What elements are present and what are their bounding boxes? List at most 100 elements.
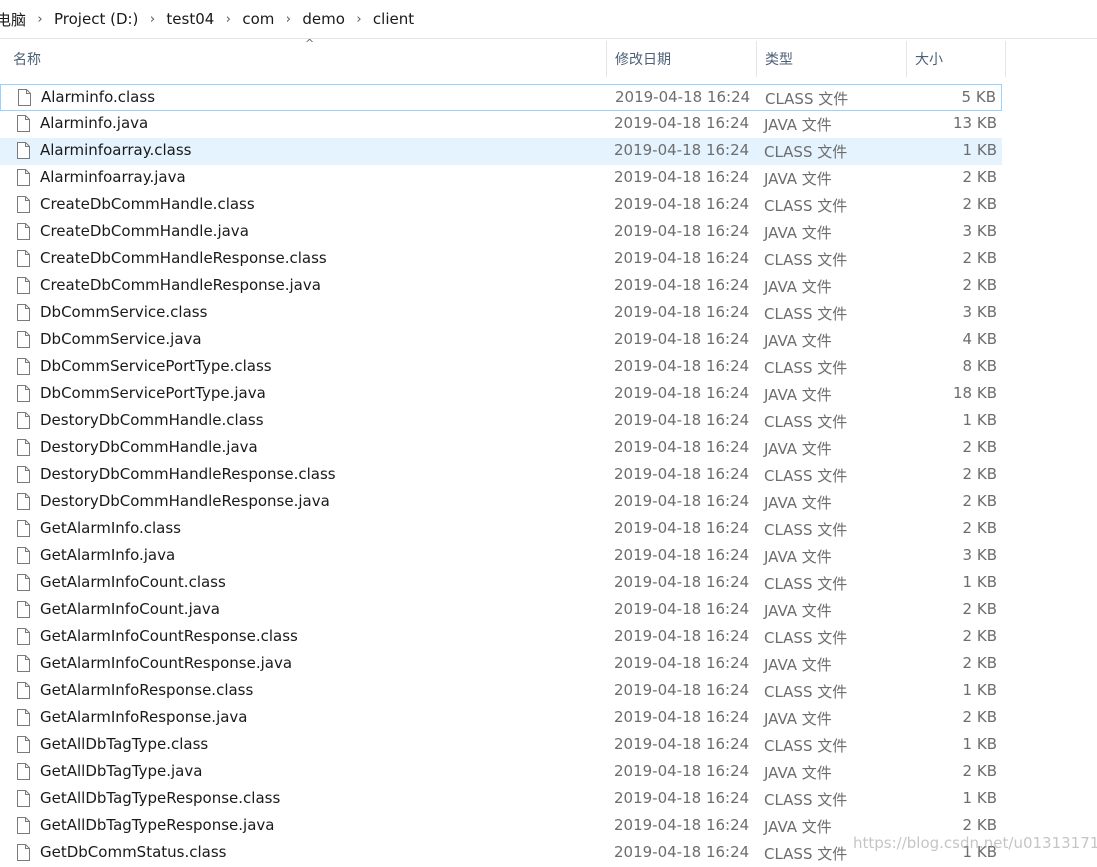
file-icon [17, 601, 30, 618]
file-row[interactable]: DbCommService.java 2019-04-18 16:24 JAVA 文… [0, 327, 1002, 354]
column-header-size[interactable]: 大小 [906, 41, 1006, 77]
file-row[interactable]: CreateDbCommHandleResponse.java 2019-04-1… [0, 273, 1002, 300]
file-type: JAVA 文件 [764, 494, 832, 512]
file-date: 2019-04-18 16:24 [614, 411, 750, 429]
breadcrumb-item[interactable]: demo [298, 10, 349, 28]
file-row[interactable]: Alarminfoarray.class 2019-04-18 16:24 CLAS… [0, 138, 1002, 165]
file-row[interactable]: GetAlarmInfo.class 2019-04-18 16:24 CLASS … [0, 516, 1002, 543]
file-row[interactable]: GetAlarmInfoCount.java 2019-04-18 16:24 JA… [0, 597, 1002, 624]
file-size: 1 KB [962, 681, 997, 699]
file-row[interactable]: GetAlarmInfoResponse.class 2019-04-18 16:… [0, 678, 1002, 705]
chevron-right-icon[interactable]: › [30, 12, 50, 27]
file-size: 1 KB [962, 141, 997, 159]
file-icon [17, 250, 30, 267]
file-size: 2 KB [962, 249, 997, 267]
file-name: GetAlarmInfoCount.class [40, 573, 226, 591]
file-size: 5 KB [961, 88, 996, 106]
file-date: 2019-04-18 16:24 [614, 735, 750, 753]
watermark: https://blog.csdn.net/u013131716 [853, 834, 1097, 852]
file-date: 2019-04-18 16:24 [615, 88, 751, 106]
file-row[interactable]: DestoryDbCommHandleResponse.java 2019-04-… [0, 489, 1002, 516]
file-name: Alarminfo.java [40, 114, 149, 132]
column-header-date[interactable]: 修改日期 [606, 41, 756, 77]
breadcrumb-item[interactable]: test04 [162, 10, 218, 28]
file-row[interactable]: DbCommServicePortType.class 2019-04-18 16… [0, 354, 1002, 381]
chevron-right-icon[interactable]: › [349, 12, 369, 27]
file-type: CLASS 文件 [765, 90, 849, 108]
file-row[interactable]: GetAlarmInfoCount.class 2019-04-18 16:24 C… [0, 570, 1002, 597]
file-row[interactable]: GetAlarmInfo.java 2019-04-18 16:24 JAVA 文件… [0, 543, 1002, 570]
file-name: GetAllDbTagTypeResponse.class [40, 789, 281, 807]
file-name: GetAllDbTagTypeResponse.java [40, 816, 275, 834]
column-header-type-label: 类型 [765, 52, 793, 68]
file-date: 2019-04-18 16:24 [614, 114, 750, 132]
file-date: 2019-04-18 16:24 [614, 789, 750, 807]
file-row[interactable]: DbCommService.class 2019-04-18 16:24 CLASS… [0, 300, 1002, 327]
file-type: JAVA 文件 [764, 116, 832, 134]
file-row[interactable]: GetAlarmInfoCountResponse.java 2019-04-18… [0, 651, 1002, 678]
chevron-right-icon[interactable]: › [278, 12, 298, 27]
file-row[interactable]: GetAllDbTagTypeResponse.class 2019-04-18 … [0, 786, 1002, 813]
file-row[interactable]: GetAllDbTagType.java 2019-04-18 16:24 JAVA… [0, 759, 1002, 786]
file-icon [17, 412, 30, 429]
file-name: GetAlarmInfo.java [40, 546, 176, 564]
file-type: CLASS 文件 [764, 197, 848, 215]
file-size: 2 KB [962, 465, 997, 483]
file-name: GetAlarmInfoResponse.java [40, 708, 248, 726]
file-icon [17, 277, 30, 294]
file-date: 2019-04-18 16:24 [614, 438, 750, 456]
file-row[interactable]: CreateDbCommHandle.java 2019-04-18 16:24 J… [0, 219, 1002, 246]
file-row[interactable]: CreateDbCommHandle.class 2019-04-18 16:24… [0, 192, 1002, 219]
file-row[interactable]: Alarminfoarray.java 2019-04-18 16:24 JAVA … [0, 165, 1002, 192]
file-row[interactable]: GetAlarmInfoResponse.java 2019-04-18 16:2… [0, 705, 1002, 732]
breadcrumb: 电脑 › Project (D:) › test04 › com › demo › client [0, 0, 1097, 39]
file-icon [18, 89, 31, 106]
file-row[interactable]: GetDbCommStatus.class 2019-04-18 16:24 CLA… [0, 840, 1002, 867]
file-icon [17, 547, 30, 564]
column-header-name[interactable]: 名称 ^ [5, 37, 607, 77]
file-row[interactable]: CreateDbCommHandleResponse.class 2019-04-… [0, 246, 1002, 273]
file-type: CLASS 文件 [764, 791, 848, 809]
file-size: 2 KB [962, 519, 997, 537]
file-size: 1 KB [962, 789, 997, 807]
file-icon [17, 709, 30, 726]
file-name: GetAlarmInfo.class [40, 519, 181, 537]
chevron-right-icon[interactable]: › [142, 12, 162, 27]
file-icon [17, 817, 30, 834]
file-row[interactable]: Alarminfo.class 2019-04-18 16:24 CLASS 文件 5… [0, 84, 1002, 111]
file-date: 2019-04-18 16:24 [614, 357, 750, 375]
file-size: 3 KB [962, 303, 997, 321]
file-row[interactable]: DestoryDbCommHandleResponse.class 2019-04… [0, 462, 1002, 489]
file-type: CLASS 文件 [764, 683, 848, 701]
file-name: Alarminfoarray.class [40, 141, 192, 159]
file-icon [17, 655, 30, 672]
column-header-type[interactable]: 类型 [756, 41, 906, 77]
file-size: 1 KB [962, 735, 997, 753]
file-name: CreateDbCommHandleResponse.java [40, 276, 321, 294]
file-size: 2 KB [962, 168, 997, 186]
file-date: 2019-04-18 16:24 [614, 816, 750, 834]
file-size: 3 KB [962, 546, 997, 564]
file-row[interactable]: GetAllDbTagType.class 2019-04-18 16:24 CLA… [0, 732, 1002, 759]
file-row[interactable]: GetAlarmInfoCountResponse.class 2019-04-1… [0, 624, 1002, 651]
file-size: 2 KB [962, 654, 997, 672]
breadcrumb-item[interactable]: Project (D:) [50, 10, 142, 28]
file-icon [17, 169, 30, 186]
sort-ascending-icon: ^ [305, 37, 315, 50]
file-icon [17, 520, 30, 537]
file-date: 2019-04-18 16:24 [614, 708, 750, 726]
file-date: 2019-04-18 16:24 [614, 654, 750, 672]
file-row[interactable]: DestoryDbCommHandle.java 2019-04-18 16:24… [0, 435, 1002, 462]
file-row[interactable]: Alarminfo.java 2019-04-18 16:24 JAVA 文件 13 … [0, 111, 1002, 138]
file-icon [17, 304, 30, 321]
file-size: 2 KB [962, 816, 997, 834]
file-date: 2019-04-18 16:24 [614, 168, 750, 186]
file-row[interactable]: DestoryDbCommHandle.class 2019-04-18 16:2… [0, 408, 1002, 435]
chevron-right-icon[interactable]: › [218, 12, 238, 27]
file-name: Alarminfo.class [41, 88, 156, 106]
breadcrumb-item[interactable]: client [369, 10, 418, 28]
file-row[interactable]: DbCommServicePortType.java 2019-04-18 16:… [0, 381, 1002, 408]
file-row[interactable]: GetAllDbTagTypeResponse.java 2019-04-18 1… [0, 813, 1002, 840]
breadcrumb-item[interactable]: 电脑 [0, 9, 30, 30]
breadcrumb-item[interactable]: com [238, 10, 278, 28]
